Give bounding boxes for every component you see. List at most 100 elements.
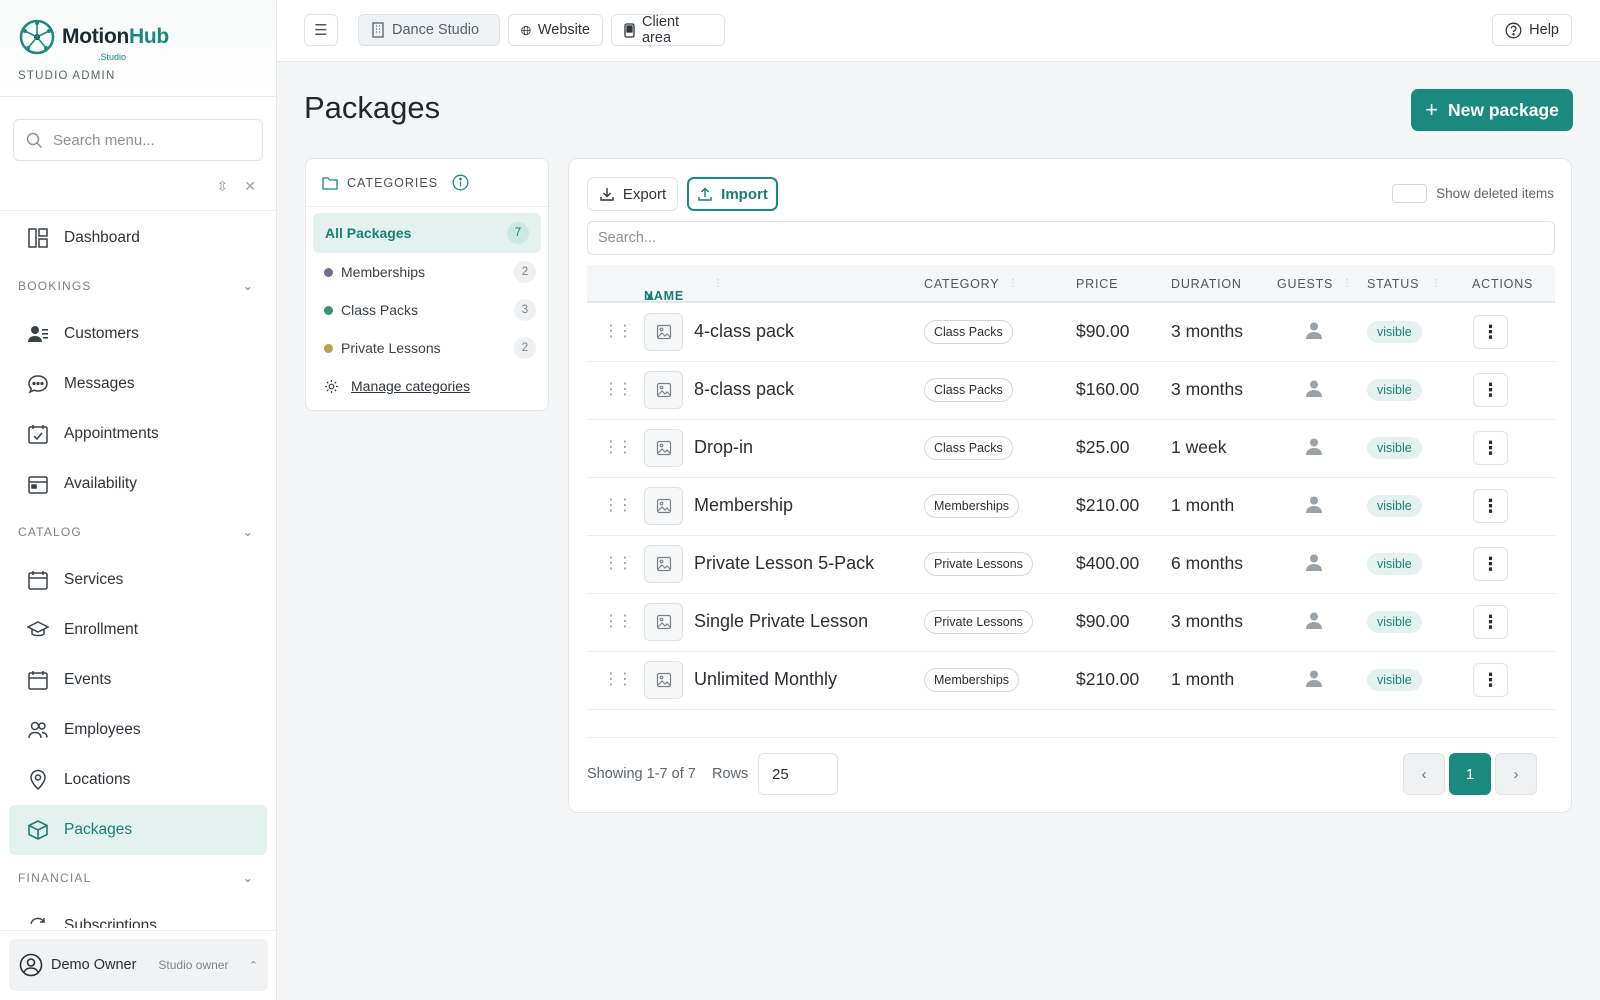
sidebar-item-locations[interactable]: Locations [0,755,276,805]
drag-handle-icon[interactable]: ⋮⋮ [603,321,633,341]
drag-handle-icon[interactable]: ⋮⋮ [603,379,633,399]
package-name[interactable]: Drop-in [694,437,753,458]
sidebar-item-customers[interactable]: Customers [0,309,276,359]
image-placeholder-icon[interactable] [644,487,683,525]
kebab-icon: ⋮ [1481,379,1500,400]
section-bookings[interactable]: BOOKINGS ⌄ [0,263,276,309]
image-placeholder-icon[interactable] [644,429,683,467]
show-deleted-toggle[interactable]: Show deleted items [1392,184,1554,203]
table-row[interactable]: ⋮⋮ Private Lesson 5-Pack Private Lessons $4… [587,535,1555,594]
image-placeholder-icon[interactable] [644,603,683,641]
status-badge: visible [1367,669,1422,691]
drag-handle-icon[interactable]: ⋮⋮ [603,669,633,689]
image-placeholder-icon[interactable] [644,371,683,409]
menu-toggle-button[interactable]: ☰ [304,14,338,46]
col-actions: ACTIONS [1472,277,1534,291]
package-price: $210.00 [1076,669,1140,689]
kebab-icon: ⋮ [1481,669,1500,690]
website-link[interactable]: Website [508,14,603,46]
row-actions-button[interactable]: ⋮ [1473,315,1508,349]
drag-handle-icon[interactable]: ⋮⋮ [603,437,633,457]
package-name[interactable]: Private Lesson 5-Pack [694,553,874,574]
drag-handle-icon[interactable]: ⋮⋮ [603,553,633,573]
client-area-link[interactable]: Client area [611,14,725,46]
sidebar-item-employees[interactable]: Employees [0,705,276,755]
col-price[interactable]: PRICE [1076,277,1118,291]
import-button[interactable]: Import [687,177,778,211]
table-row[interactable]: ⋮⋮ 4-class pack Class Packs $90.00 3 months v… [587,303,1555,362]
drag-handle-icon[interactable]: ⋮⋮ [603,611,633,631]
sidebar-item-appointments[interactable]: Appointments [0,409,276,459]
column-resize-handle[interactable]: ⋮ [713,278,724,289]
category-pill: Private Lessons [924,610,1033,634]
row-actions-button[interactable]: ⋮ [1473,431,1508,465]
row-actions-button[interactable]: ⋮ [1473,489,1508,523]
col-guests[interactable]: GUESTS [1277,277,1333,291]
drag-handle-icon[interactable]: ⋮⋮ [603,495,633,515]
next-page-button[interactable]: › [1495,753,1537,795]
image-placeholder-icon[interactable] [644,661,683,699]
info-icon[interactable] [452,174,469,191]
user-role: Studio owner [158,958,229,972]
section-catalog[interactable]: CATALOG ⌄ [0,509,276,555]
table-row[interactable]: ⋮⋮ 8-class pack Class Packs $160.00 3 months… [587,361,1555,420]
new-package-button[interactable]: + New package [1411,89,1573,131]
sidebar-item-messages[interactable]: Messages [0,359,276,409]
toggle-switch[interactable] [1392,184,1428,203]
category-class-packs[interactable]: Class Packs 3 [306,291,548,329]
package-price: $90.00 [1076,321,1130,341]
sidebar-item-events[interactable]: Events [0,655,276,705]
table-search-input[interactable]: Search... [587,221,1555,255]
kebab-icon: ⋮ [1481,495,1500,516]
rows-label: Rows [712,766,749,782]
section-financial[interactable]: FINANCIAL ⌄ [0,855,276,901]
category-memberships[interactable]: Memberships 2 [306,253,548,291]
sort-asc-icon: ▲ [644,289,658,303]
sidebar-item-packages[interactable]: Packages [9,805,267,855]
export-button[interactable]: Export [587,177,678,211]
help-button[interactable]: Help [1492,14,1572,46]
category-pill: Class Packs [924,436,1013,460]
category-private-lessons[interactable]: Private Lessons 2 [306,329,548,367]
package-name[interactable]: 4-class pack [694,321,794,342]
category-all-packages[interactable]: All Packages 7 [313,213,541,253]
manage-categories-link[interactable]: Manage categories [306,367,548,405]
user-menu[interactable]: Demo Owner Studio owner ⌃ [9,939,268,991]
category-pill: Class Packs [924,320,1013,344]
rows-per-page-input[interactable]: 25 [758,753,838,795]
sidebar-item-availability[interactable]: Availability [0,459,276,509]
table-row[interactable]: ⋮⋮ Drop-in Class Packs $25.00 1 week visible ⋮ [587,419,1555,478]
column-resize-handle[interactable]: ⋮ [1431,278,1442,289]
event-calendar-icon [26,668,50,692]
kebab-icon: ⋮ [1481,321,1500,342]
package-name[interactable]: Membership [694,495,793,516]
table-row[interactable]: ⋮⋮ Membership Memberships $210.00 1 month vis… [587,477,1555,536]
col-status[interactable]: STATUS [1367,277,1419,291]
sidebar-item-subscriptions[interactable]: Subscriptions [0,901,276,928]
image-placeholder-icon[interactable] [644,313,683,351]
package-name[interactable]: Single Private Lesson [694,611,868,632]
image-placeholder-icon[interactable] [644,545,683,583]
row-actions-button[interactable]: ⋮ [1473,547,1508,581]
sidebar-item-dashboard[interactable]: Dashboard [0,213,276,263]
prev-page-button[interactable]: ‹ [1403,753,1445,795]
col-category[interactable]: CATEGORY [924,277,999,291]
row-actions-button[interactable]: ⋮ [1473,373,1508,407]
column-resize-handle[interactable]: ⋮ [1342,278,1353,289]
column-resize-handle[interactable]: ⋮ [1008,278,1019,289]
search-menu-input[interactable]: Search menu... [13,119,263,161]
sidebar-item-enrollment[interactable]: Enrollment [0,605,276,655]
studio-selector[interactable]: Dance Studio [358,14,500,46]
page-1-button[interactable]: 1 [1449,753,1491,795]
divider [0,210,276,211]
collapse-all-icon[interactable]: ✕ [244,178,256,195]
sidebar-item-services[interactable]: Services [0,555,276,605]
row-actions-button[interactable]: ⋮ [1473,663,1508,697]
package-name[interactable]: 8-class pack [694,379,794,400]
col-duration[interactable]: DURATION [1171,277,1242,291]
expand-all-icon[interactable]: ⇳ [217,178,229,195]
row-actions-button[interactable]: ⋮ [1473,605,1508,639]
table-row[interactable]: ⋮⋮ Single Private Lesson Private Lessons $9… [587,593,1555,652]
table-row[interactable]: ⋮⋮ Unlimited Monthly Memberships $210.00 1 m… [587,651,1555,710]
package-name[interactable]: Unlimited Monthly [694,669,837,690]
